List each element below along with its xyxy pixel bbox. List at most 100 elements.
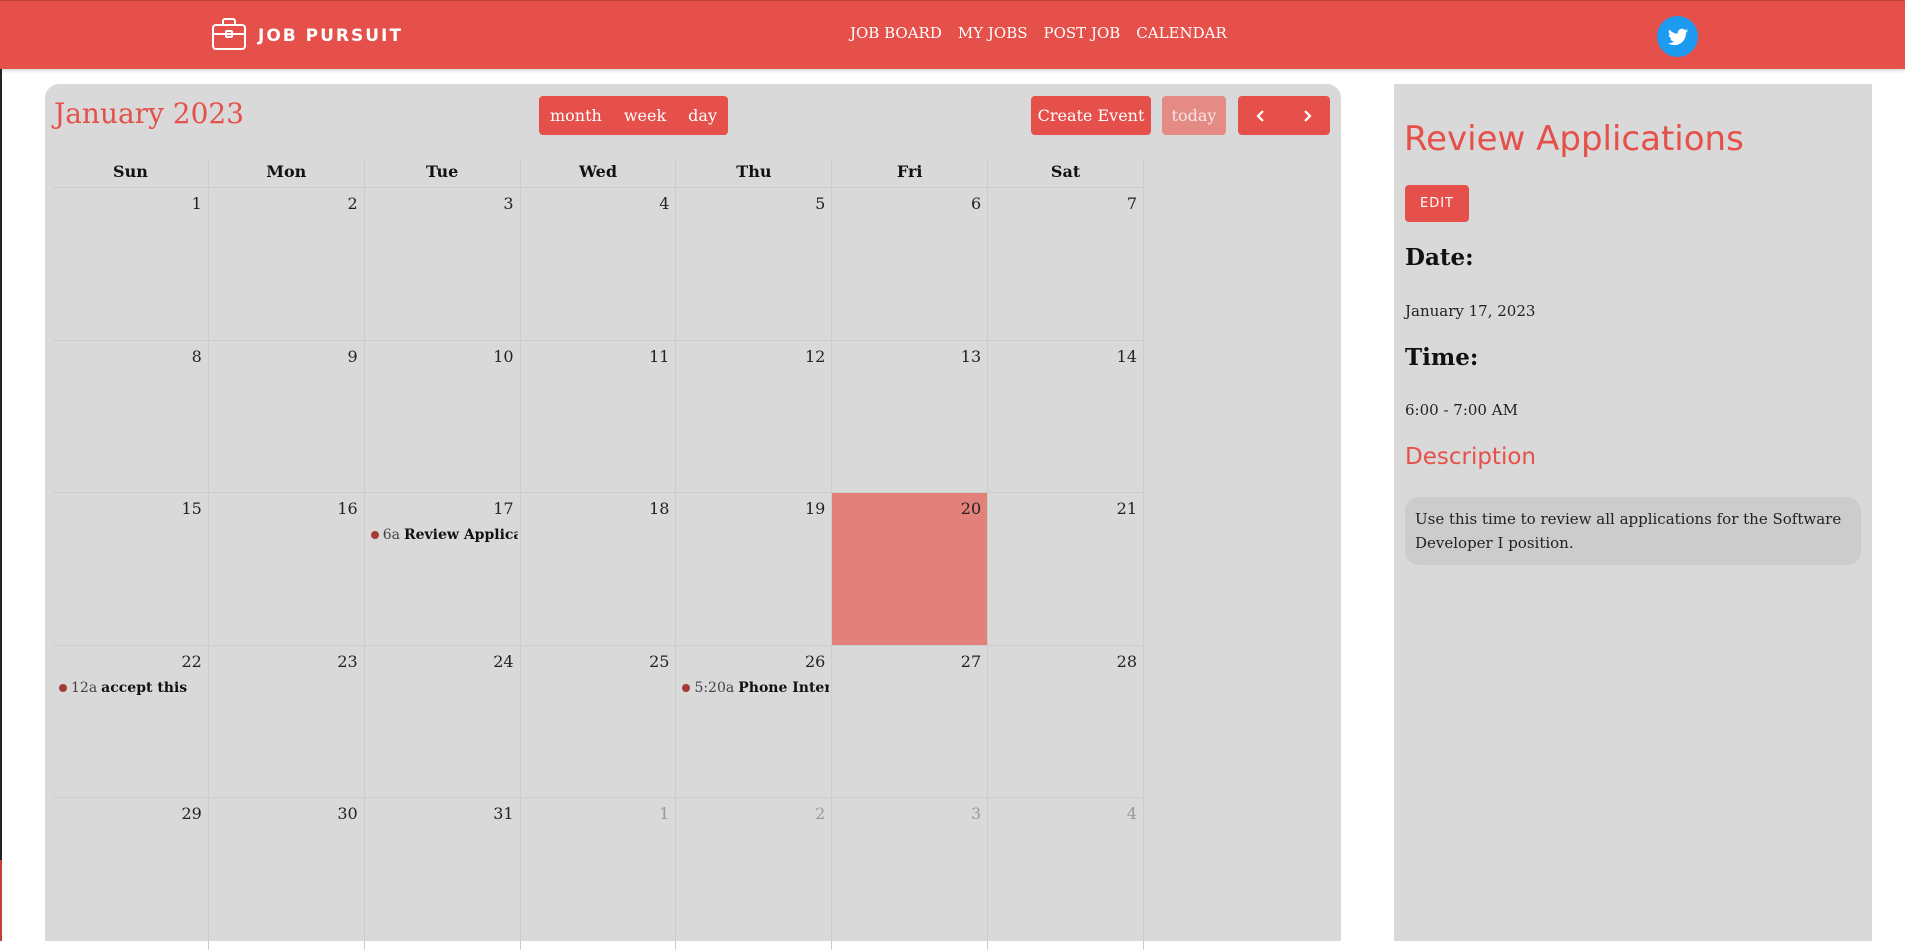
day-number[interactable]: 7 bbox=[1127, 194, 1137, 213]
event-title: Review Applications bbox=[1404, 119, 1744, 159]
day-cell[interactable]: 6 bbox=[832, 187, 989, 340]
day-number[interactable]: 15 bbox=[182, 499, 202, 518]
day-number[interactable]: 9 bbox=[348, 347, 358, 366]
main-nav: JOB BOARD MY JOBS POST JOB CALENDAR bbox=[850, 24, 1227, 42]
day-cell[interactable]: 2 bbox=[208, 187, 365, 340]
day-number[interactable]: 23 bbox=[337, 652, 357, 671]
day-number[interactable]: 5 bbox=[815, 194, 825, 213]
day-cell[interactable]: 25 bbox=[520, 644, 677, 797]
briefcase-icon bbox=[210, 15, 248, 57]
day-number[interactable]: 27 bbox=[961, 652, 981, 671]
week-row: 22 12a accept this 23 24 25 26 5:20a Phone Inter… bbox=[53, 644, 1145, 797]
day-number[interactable]: 18 bbox=[649, 499, 669, 518]
twitter-icon[interactable] bbox=[1657, 16, 1698, 57]
day-cell[interactable]: 17 6aReview Applications bbox=[364, 492, 521, 645]
day-cell[interactable]: 26 5:20aPhone Interview/D bbox=[676, 644, 833, 797]
day-cell[interactable]: 8 bbox=[53, 339, 209, 492]
calendar-event[interactable]: 6aReview Applications bbox=[370, 527, 518, 543]
day-number[interactable]: 2 bbox=[348, 194, 358, 213]
day-cell[interactable]: 28 bbox=[988, 644, 1145, 797]
nav-calendar[interactable]: CALENDAR bbox=[1136, 24, 1227, 42]
day-cell[interactable]: 1 bbox=[520, 797, 677, 950]
day-number[interactable]: 4 bbox=[1127, 804, 1137, 823]
day-cell[interactable]: 9 bbox=[208, 339, 365, 492]
day-cell[interactable]: 13 bbox=[832, 339, 989, 492]
event-detail-panel: Review Applications EDIT Date: January 1… bbox=[1394, 84, 1872, 941]
day-cell[interactable]: 31 bbox=[364, 797, 521, 950]
day-cell[interactable]: 16 bbox=[208, 492, 365, 645]
calendar: January 2023 month week day Create Event… bbox=[45, 84, 1341, 950]
day-cell[interactable]: 1 bbox=[53, 187, 209, 340]
day-cell[interactable]: 2 bbox=[676, 797, 833, 950]
view-month-button[interactable]: month bbox=[539, 96, 613, 135]
edit-button[interactable]: EDIT bbox=[1405, 185, 1469, 222]
nav-post-job[interactable]: POST JOB bbox=[1044, 24, 1121, 42]
day-number[interactable]: 4 bbox=[659, 194, 669, 213]
day-cell[interactable]: 18 bbox=[520, 492, 677, 645]
day-number[interactable]: 25 bbox=[649, 652, 669, 671]
day-number[interactable]: 30 bbox=[337, 804, 357, 823]
week-row: 8 9 10 11 12 13 14 bbox=[53, 339, 1145, 492]
day-cell[interactable]: 11 bbox=[520, 339, 677, 492]
day-number[interactable]: 13 bbox=[961, 347, 981, 366]
day-cell[interactable]: 30 bbox=[208, 797, 365, 950]
calendar-event[interactable]: 5:20aPhone Interview/D bbox=[682, 680, 829, 696]
nav-my-jobs[interactable]: MY JOBS bbox=[958, 24, 1028, 42]
prev-month-button[interactable] bbox=[1238, 96, 1284, 135]
day-number[interactable]: 6 bbox=[971, 194, 981, 213]
week-row: 1 2 3 4 5 6 7 bbox=[53, 187, 1145, 340]
day-number[interactable]: 14 bbox=[1117, 347, 1137, 366]
day-number[interactable]: 17 bbox=[493, 499, 513, 518]
day-cell[interactable]: 4 bbox=[988, 797, 1145, 950]
day-number[interactable]: 3 bbox=[971, 804, 981, 823]
day-cell[interactable]: 5 bbox=[676, 187, 833, 340]
chevron-left-icon bbox=[1256, 109, 1264, 122]
day-number[interactable]: 3 bbox=[503, 194, 513, 213]
view-day-button[interactable]: day bbox=[677, 96, 728, 135]
day-number[interactable]: 31 bbox=[493, 804, 513, 823]
day-cell[interactable]: 3 bbox=[832, 797, 989, 950]
day-cell[interactable]: 22 12a accept this bbox=[53, 644, 209, 797]
week-row: 15 16 17 6aReview Applications 18 19 20 21 bbox=[53, 492, 1145, 645]
day-cell[interactable]: 10 bbox=[364, 339, 521, 492]
day-number[interactable]: 26 bbox=[805, 652, 825, 671]
day-cell[interactable]: 4 bbox=[520, 187, 677, 340]
day-number[interactable]: 29 bbox=[182, 804, 202, 823]
day-number[interactable]: 19 bbox=[805, 499, 825, 518]
day-cell[interactable]: 3 bbox=[364, 187, 521, 340]
calendar-event[interactable]: 12a accept this bbox=[59, 680, 206, 696]
day-number[interactable]: 16 bbox=[337, 499, 357, 518]
day-cell[interactable]: 15 bbox=[53, 492, 209, 645]
day-number[interactable]: 8 bbox=[192, 347, 202, 366]
day-cell[interactable]: 19 bbox=[676, 492, 833, 645]
day-number[interactable]: 22 bbox=[182, 652, 202, 671]
window-edge-accent bbox=[0, 860, 2, 941]
event-time: 5:20a bbox=[694, 679, 735, 696]
day-number[interactable]: 24 bbox=[493, 652, 513, 671]
day-cell[interactable]: 21 bbox=[988, 492, 1145, 645]
day-number[interactable]: 1 bbox=[192, 194, 202, 213]
day-number[interactable]: 11 bbox=[649, 347, 669, 366]
day-cell[interactable]: 27 bbox=[832, 644, 989, 797]
day-cell-today[interactable]: 20 bbox=[832, 492, 989, 645]
nav-job-board[interactable]: JOB BOARD bbox=[850, 24, 942, 42]
day-number[interactable]: 12 bbox=[805, 347, 825, 366]
day-number[interactable]: 2 bbox=[815, 804, 825, 823]
brand-logo[interactable]: JOB PURSUIT bbox=[210, 17, 403, 55]
create-event-button[interactable]: Create Event bbox=[1031, 96, 1151, 135]
day-cell[interactable]: 14 bbox=[988, 339, 1145, 492]
day-cell[interactable]: 24 bbox=[364, 644, 521, 797]
day-number[interactable]: 1 bbox=[659, 804, 669, 823]
next-month-button[interactable] bbox=[1284, 96, 1330, 135]
day-number[interactable]: 20 bbox=[961, 499, 981, 518]
today-button[interactable]: today bbox=[1162, 96, 1226, 135]
day-number[interactable]: 28 bbox=[1117, 652, 1137, 671]
month-grid: Sun Mon Tue Wed Thu Fri Sat 1 2 3 4 5 6 7 8 9 10 1… bbox=[53, 159, 1145, 950]
day-number[interactable]: 21 bbox=[1117, 499, 1137, 518]
day-cell[interactable]: 12 bbox=[676, 339, 833, 492]
day-cell[interactable]: 7 bbox=[988, 187, 1145, 340]
day-cell[interactable]: 29 bbox=[53, 797, 209, 950]
day-number[interactable]: 10 bbox=[493, 347, 513, 366]
day-cell[interactable]: 23 bbox=[208, 644, 365, 797]
view-week-button[interactable]: week bbox=[613, 96, 677, 135]
